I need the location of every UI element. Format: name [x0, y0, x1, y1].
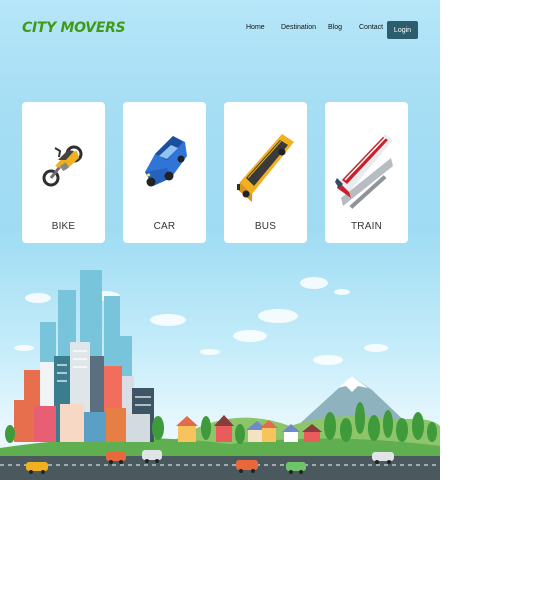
- car-icon: [145, 136, 187, 187]
- nav-blog[interactable]: Blog: [328, 24, 342, 31]
- login-button[interactable]: Login: [387, 21, 418, 39]
- motorcycle-icon: [42, 145, 83, 187]
- nav-destination[interactable]: Destination: [281, 24, 316, 31]
- card-bike[interactable]: BIKE: [22, 102, 105, 243]
- train-icon: [335, 134, 393, 209]
- card-label-bus: BUS: [254, 221, 277, 232]
- brand-logo[interactable]: CITY MOVERS: [22, 20, 126, 36]
- nav-contact[interactable]: Contact: [359, 24, 383, 31]
- card-label-car: CAR: [153, 221, 176, 232]
- card-train[interactable]: TRAIN: [325, 102, 408, 243]
- card-bus[interactable]: BUS: [224, 102, 307, 243]
- city-illustration: [0, 270, 440, 480]
- nav-home[interactable]: Home: [246, 24, 265, 31]
- card-label-train: TRAIN: [351, 221, 382, 232]
- card-label-bike: BIKE: [51, 221, 76, 232]
- landing-page: CITY MOVERS Home Destination Blog Contac…: [0, 0, 440, 480]
- bus-icon: [237, 134, 294, 202]
- card-car[interactable]: CAR: [123, 102, 206, 243]
